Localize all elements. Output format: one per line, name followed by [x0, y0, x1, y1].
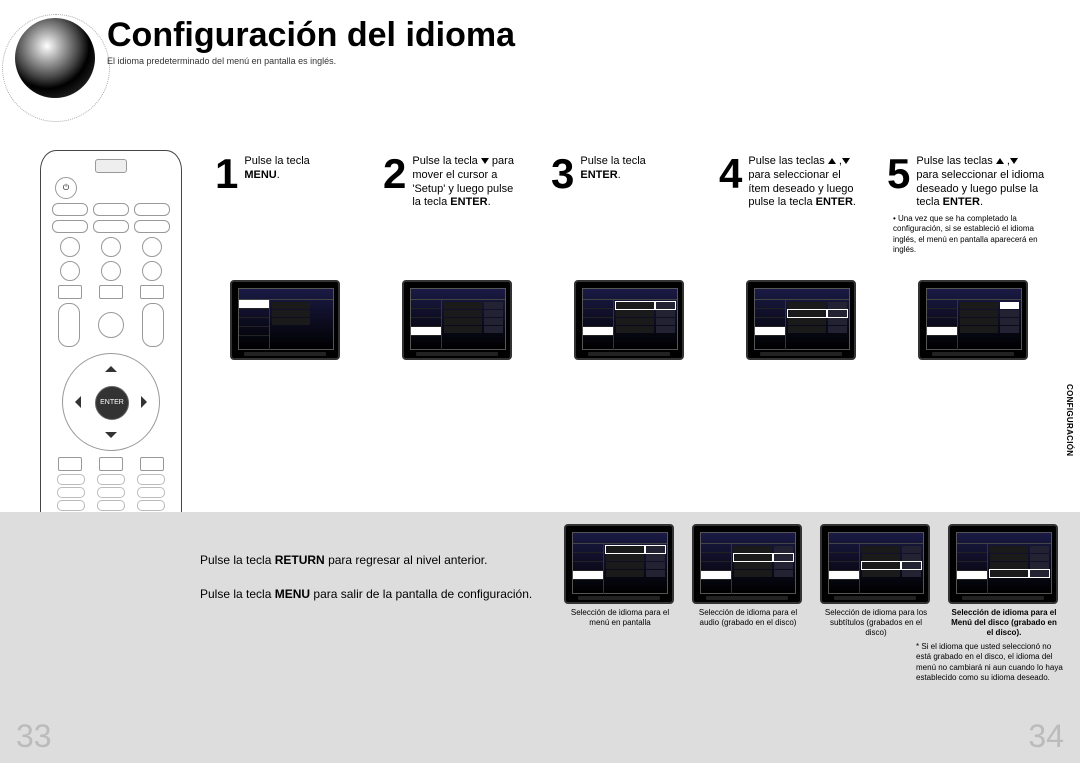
- steps-row: 1 Pulse la teclaMENU. 2 Pulse la tecla p…: [215, 155, 1070, 256]
- page-number-right: 34: [1028, 718, 1064, 755]
- remote-enter-button: ENTER: [95, 386, 129, 420]
- return-menu-tips: Pulse la tecla RETURN para regresar al n…: [200, 544, 532, 611]
- page-number-left: 33: [16, 718, 52, 755]
- step-4: 4 Pulse las teclas ,para seleccionar elí…: [719, 155, 879, 256]
- section-tab: CONFIGURACIÓN: [1065, 384, 1074, 456]
- down-arrow-icon: [481, 158, 489, 164]
- lower-thumb-row: Selección de idioma para el menú en pant…: [564, 524, 1060, 638]
- caption-1: Selección de idioma para el menú en pant…: [564, 608, 676, 628]
- lower-footnote: Si el idioma que usted seleccionó no est…: [916, 642, 1068, 684]
- step-3-text: Pulse la teclaENTER.: [580, 155, 645, 183]
- down-arrow-icon: [842, 158, 850, 164]
- step-1-text: Pulse la teclaMENU.: [244, 155, 309, 183]
- remote-power-button: ⏻: [55, 177, 77, 199]
- remote-dpad: ENTER: [62, 353, 160, 451]
- step-5: 5 Pulse las teclas ,para seleccionar el …: [887, 155, 1053, 256]
- page-title: Configuración del idioma: [107, 18, 515, 52]
- caption-2: Selección de idioma para el audio (graba…: [692, 608, 804, 628]
- step-1: 1 Pulse la teclaMENU.: [215, 155, 375, 256]
- down-arrow-icon: [1010, 158, 1018, 164]
- tv-thumb-5: [918, 280, 1028, 360]
- tip-return: Pulse la tecla RETURN para regresar al n…: [200, 544, 532, 578]
- tv-thumb-4: [746, 280, 856, 360]
- page: Configuración del idioma El idioma prede…: [0, 0, 1080, 763]
- step-2-text: Pulse la tecla paramover el cursor a'Set…: [412, 155, 514, 210]
- lower-band: Pulse la tecla RETURN para regresar al n…: [0, 512, 1080, 763]
- up-arrow-icon: [996, 158, 1004, 164]
- step-thumbnails: [230, 280, 1028, 360]
- up-arrow-icon: [828, 158, 836, 164]
- tip-menu: Pulse la tecla MENU para salir de la pan…: [200, 578, 532, 612]
- step-3: 3 Pulse la teclaENTER.: [551, 155, 711, 256]
- tv-thumb-3: [574, 280, 684, 360]
- step-5-text: Pulse las teclas ,para seleccionar el id…: [916, 155, 1044, 210]
- lower-thumb-2: Selección de idioma para el audio (graba…: [692, 524, 804, 638]
- lower-thumb-4: Selección de idioma para el Menú del dis…: [948, 524, 1060, 638]
- tv-thumb-2: [402, 280, 512, 360]
- step-2: 2 Pulse la tecla paramover el cursor a'S…: [383, 155, 543, 256]
- page-header: Configuración del idioma El idioma prede…: [15, 18, 515, 98]
- speaker-icon: [15, 18, 95, 98]
- step-5-note: Una vez que se ha completado la configur…: [893, 214, 1053, 256]
- lower-thumb-3: Selección de idioma para los subtítulos …: [820, 524, 932, 638]
- caption-3: Selección de idioma para los subtítulos …: [820, 608, 932, 638]
- step-4-text: Pulse las teclas ,para seleccionar elíte…: [748, 155, 856, 210]
- caption-4: Selección de idioma para el Menú del dis…: [948, 608, 1060, 638]
- remote-illustration: ⏻ ENTER: [40, 150, 182, 572]
- page-subtitle: El idioma predeterminado del menú en pan…: [107, 56, 515, 66]
- lower-thumb-1: Selección de idioma para el menú en pant…: [564, 524, 676, 638]
- tv-thumb-1: [230, 280, 340, 360]
